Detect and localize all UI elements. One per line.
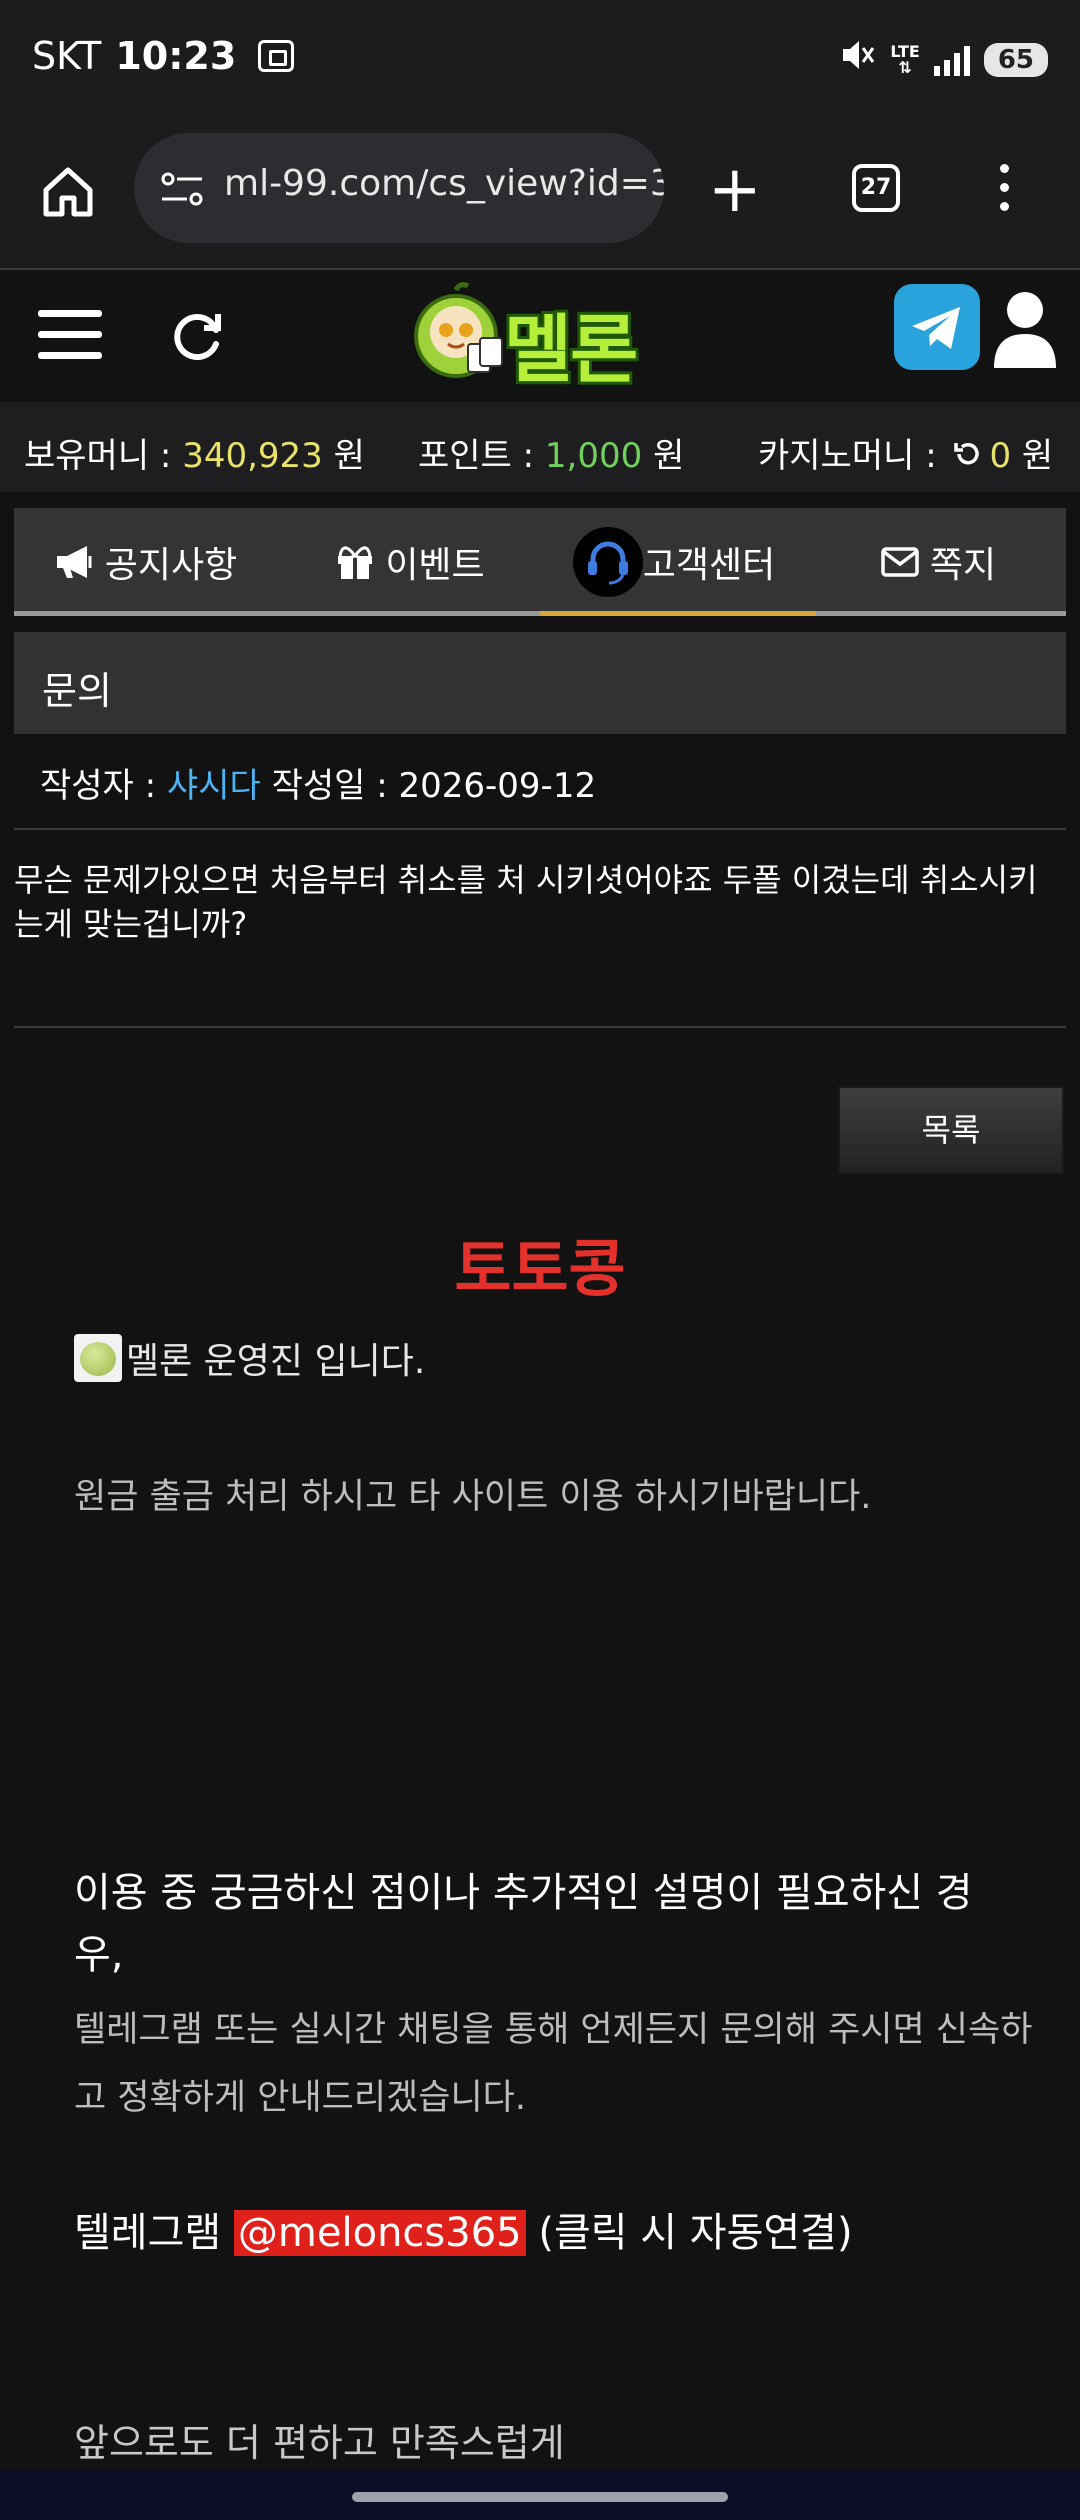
author-name: 샤시다 [166, 766, 261, 806]
board-tabs: 공지사항 이벤트 고객센터 쪽지 [14, 508, 1066, 616]
browser-toolbar: ml-99.com/cs_view?id=37 + 27 [0, 124, 1080, 270]
status-left: SKT 10:23 [32, 34, 295, 78]
tab-message[interactable]: 쪽지 [806, 508, 1070, 616]
answer-signature: 멜론 운영진 입니다. [74, 1332, 425, 1384]
divider [14, 1026, 1066, 1028]
tab-notice[interactable]: 공지사항 [14, 508, 278, 616]
casino-value: 0 [989, 436, 1012, 476]
author-label: 작성자 : [40, 766, 167, 806]
post-body: 무슨 문제가있으면 처음부터 취소를 처 시키셧어야죠 두폴 이겼는데 취소시키… [14, 861, 1038, 943]
tab-customer-center-label: 고객센터 [642, 545, 776, 586]
money-unit: 원 [322, 436, 365, 476]
site-settings-icon[interactable] [160, 169, 204, 209]
tab-switcher-button[interactable]: 27 [852, 164, 900, 212]
answer-title: 토토콩 [454, 1232, 626, 1305]
network-type: LTE ⇅ [890, 41, 920, 77]
money-balance: 보유머니 : 340,923 원 [24, 428, 365, 477]
casino-label: 카지노머니 : [758, 436, 948, 476]
address-bar[interactable]: ml-99.com/cs_view?id=37 [134, 133, 664, 243]
mute-icon [840, 38, 876, 81]
post-meta: 작성자 : 샤시다 작성일 : 2026-09-12 [40, 758, 596, 807]
telegram-link[interactable]: @meloncs365 [233, 2210, 526, 2256]
hamburger-menu-icon[interactable] [38, 310, 102, 373]
casino-balance: 카지노머니 : 0 원 [758, 428, 1053, 478]
tab-event[interactable]: 이벤트 [278, 508, 542, 616]
status-bar: SKT 10:23 LTE ⇅ 65 [0, 0, 1080, 124]
money-label: 보유머니 : [24, 436, 183, 476]
melon-icon [74, 1334, 122, 1382]
contact-body: 텔레그램 또는 실시간 채팅을 통해 언제든지 문의해 주시면 신속하고 정확하… [74, 2010, 1033, 2118]
divider [14, 828, 1066, 830]
post-date: 2026-09-12 [398, 766, 597, 806]
browser-menu-icon[interactable] [1000, 164, 1012, 221]
telegram-icon[interactable] [894, 284, 980, 370]
point-balance: 포인트 : 1,000 원 [418, 428, 684, 477]
refresh-icon[interactable] [170, 308, 226, 364]
balance-bar: 보유머니 : 340,923 원 포인트 : 1,000 원 카지노머니 : 0… [0, 402, 1080, 492]
status-right: LTE ⇅ 65 [840, 38, 1048, 81]
money-value: 340,923 [182, 436, 323, 476]
clock: 10:23 [115, 34, 237, 78]
tab-event-label: 이벤트 [385, 545, 485, 586]
telegram-note: (클릭 시 자동연결) [525, 2210, 853, 2256]
gift-icon [338, 546, 373, 579]
network-label: LTE [890, 41, 920, 61]
battery-indicator: 65 [983, 42, 1048, 77]
site-header: 멜론 [0, 270, 1080, 402]
carrier-label: SKT [32, 34, 102, 78]
telegram-contact: 텔레그램 @meloncs365 (클릭 시 자동연결) [74, 2200, 853, 2258]
user-icon[interactable] [990, 288, 1060, 372]
logo-text: 멜론 [504, 307, 638, 393]
casino-refresh-icon[interactable] [953, 438, 983, 478]
screenshot-icon [258, 40, 295, 72]
headset-icon [572, 527, 643, 597]
answer-body: 원금 출금 처리 하시고 타 사이트 이용 하시기바랍니다. [74, 1477, 872, 1517]
post-title: 문의 [42, 669, 112, 713]
list-button[interactable]: 목록 [838, 1086, 1064, 1174]
telegram-label: 텔레그램 [74, 2210, 234, 2256]
url-text[interactable]: ml-99.com/cs_view?id=37 [224, 163, 664, 204]
envelope-icon [881, 547, 919, 577]
navigation-gesture-bar [0, 2470, 1080, 2520]
megaphone-icon [56, 546, 92, 578]
casino-unit: 원 [1011, 436, 1054, 476]
post-title-bar: 문의 [14, 632, 1066, 734]
tab-message-label: 쪽지 [929, 545, 997, 586]
point-label: 포인트 : [418, 436, 545, 476]
date-label: 작성일 : [260, 766, 399, 806]
site-logo[interactable]: 멜론 [404, 270, 674, 393]
point-unit: 원 [642, 436, 685, 476]
closing-text: 앞으로도 더 편하고 만족스럽게 [74, 2421, 565, 2465]
active-tab-indicator [540, 611, 816, 616]
point-value: 1,000 [544, 436, 643, 476]
home-icon[interactable] [40, 164, 96, 220]
new-tab-button[interactable]: + [708, 158, 762, 222]
tab-notice-label: 공지사항 [104, 545, 238, 586]
contact-heading: 이용 중 궁금하신 점이나 추가적인 설명이 필요하신 경우, [74, 1870, 973, 1978]
tab-customer-center[interactable]: 고객센터 [542, 508, 806, 616]
signal-icon [933, 44, 970, 76]
home-gesture-handle[interactable] [352, 2492, 728, 2502]
signature-text: 멜론 운영진 입니다. [126, 1341, 426, 1382]
melon-mascot-icon [414, 282, 503, 378]
